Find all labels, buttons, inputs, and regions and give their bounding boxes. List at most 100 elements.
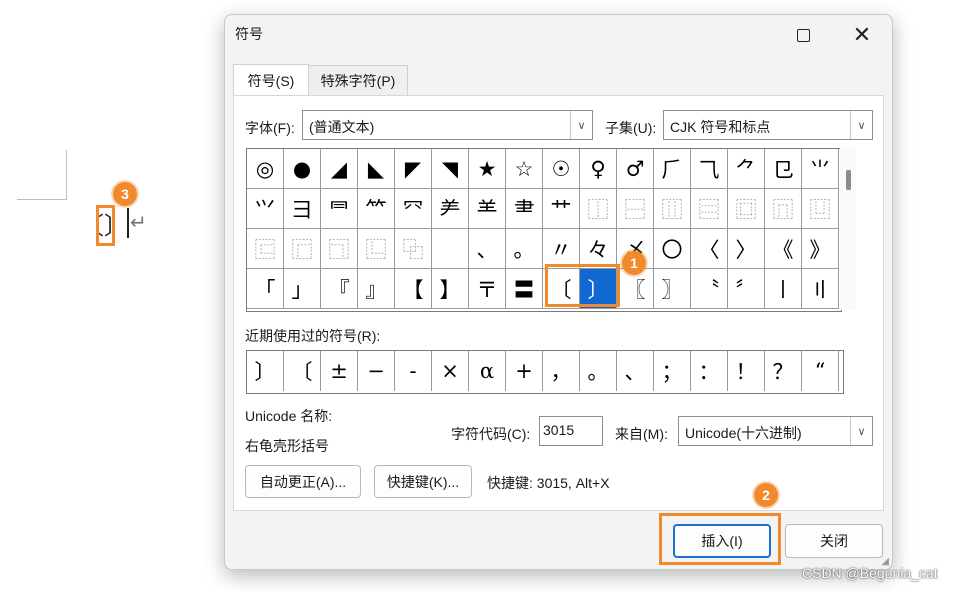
symbol-cell[interactable]: ⺁: [654, 149, 691, 189]
symbol-cell[interactable]: 『: [321, 269, 358, 309]
symbol-cell[interactable]: 〉: [728, 229, 765, 269]
symbol-cell[interactable]: ⺶: [432, 189, 469, 229]
symbol-cell[interactable]: ⺾: [543, 189, 580, 229]
symbol-cell[interactable]: ⿸: [284, 229, 321, 269]
dialog-titlebar[interactable]: 符号 ✕: [225, 15, 892, 53]
close-icon: ✕: [852, 22, 872, 47]
recent-symbol-cell[interactable]: ？: [765, 351, 802, 391]
symbol-cell[interactable]: ◤: [395, 149, 432, 189]
symbol-cell[interactable]: ⿰: [580, 189, 617, 229]
symbol-cell[interactable]: ⿴: [728, 189, 765, 229]
chevron-down-icon: ∨: [850, 111, 872, 139]
recent-symbol-cell[interactable]: ！: [728, 351, 765, 391]
symbol-cell[interactable]: ⿹: [321, 229, 358, 269]
tab-special-characters[interactable]: 特殊字符(P): [308, 65, 408, 95]
from-select[interactable]: Unicode(十六进制) ∨: [678, 416, 873, 446]
symbol-cell[interactable]: 」: [284, 269, 321, 309]
symbol-cell[interactable]: ⺷: [469, 189, 506, 229]
symbol-cell[interactable]: ★: [469, 149, 506, 189]
symbol-cell[interactable]: 。: [506, 229, 543, 269]
symbol-cell[interactable]: ◣: [358, 149, 395, 189]
symbol-cell[interactable]: ◥: [432, 149, 469, 189]
symbol-cell[interactable]: 】: [432, 269, 469, 309]
symbol-cell[interactable]: 、: [469, 229, 506, 269]
symbol-cell[interactable]: 《: [765, 229, 802, 269]
recent-symbol-cell[interactable]: -: [395, 351, 432, 391]
recent-symbol-cell[interactable]: 。: [580, 351, 617, 391]
symbol-cell[interactable]: ⿲: [654, 189, 691, 229]
symbol-cell[interactable]: 〈: [691, 229, 728, 269]
symbol-cell[interactable]: 【: [395, 269, 432, 309]
symbol-cell[interactable]: ♀: [580, 149, 617, 189]
symbol-cell[interactable]: ⺜: [321, 189, 358, 229]
symbol-cell[interactable]: 々: [580, 229, 617, 269]
tab-symbols[interactable]: 符号(S): [233, 64, 309, 96]
symbol-cell[interactable]: ⺄: [691, 149, 728, 189]
recent-symbol-cell[interactable]: +: [506, 351, 543, 391]
subset-select[interactable]: CJK 符号和标点 ∨: [663, 110, 873, 140]
close-button[interactable]: 关闭: [785, 524, 883, 558]
watermark: CSDN @Begonia_cat: [802, 565, 938, 581]
close-window-button[interactable]: ✕: [839, 20, 885, 50]
step-badge-2: 2: [754, 483, 778, 507]
scrollbar-thumb[interactable]: [846, 170, 851, 190]
symbol-cell[interactable]: 〢: [802, 269, 839, 309]
recent-symbol-cell[interactable]: 〕: [247, 351, 284, 391]
symbol-cell[interactable]: ⿵: [765, 189, 802, 229]
shortcut-key-button[interactable]: 快捷键(K)...: [374, 465, 472, 498]
recent-symbol-cell[interactable]: 、: [617, 351, 654, 391]
symbol-cell[interactable]: ⺮: [358, 189, 395, 229]
symbol-cell[interactable]: ◎: [247, 149, 284, 189]
recent-symbol-cell[interactable]: α: [469, 351, 506, 391]
symbol-cell[interactable]: 》: [802, 229, 839, 269]
symbol-cell[interactable]: 〝: [691, 269, 728, 309]
symbol-cell[interactable]: ●: [284, 149, 321, 189]
symbol-cell[interactable]: ⿶: [802, 189, 839, 229]
symbol-cell[interactable]: ⿻: [395, 229, 432, 269]
symbol-cell[interactable]: ⺕: [284, 189, 321, 229]
recent-symbol-cell[interactable]: −: [358, 351, 395, 391]
symbol-cell[interactable]: 〒: [469, 269, 506, 309]
symbol-cell[interactable]: ⺍: [247, 189, 284, 229]
symbol-cell[interactable]: 〃: [543, 229, 580, 269]
symbol-cell[interactable]: ⺳: [395, 189, 432, 229]
recent-symbol-cell[interactable]: 〔: [284, 351, 321, 391]
symbol-grid-scrollbar[interactable]: [840, 148, 856, 310]
maximize-button[interactable]: [780, 20, 826, 50]
symbol-cell[interactable]: ⿷: [247, 229, 284, 269]
symbol-cell[interactable]: ⿺: [358, 229, 395, 269]
recent-symbols-grid[interactable]: 〕〔 ± − - × α +，。、；：！？ “: [246, 350, 844, 394]
symbol-cell[interactable]: [432, 229, 469, 269]
symbol-cell[interactable]: ⿱: [617, 189, 654, 229]
char-code-input[interactable]: 3015: [539, 416, 603, 446]
symbol-cell[interactable]: ⺋: [765, 149, 802, 189]
char-code-value: 3015: [543, 422, 575, 438]
symbol-cell[interactable]: ☆: [506, 149, 543, 189]
text-cursor: [127, 208, 129, 238]
symbol-cell[interactable]: ◢: [321, 149, 358, 189]
symbol-cell[interactable]: 〗: [654, 269, 691, 309]
recent-symbol-cell[interactable]: ±: [321, 351, 358, 391]
symbol-cell[interactable]: 〞: [728, 269, 765, 309]
symbol-cell[interactable]: 〖: [617, 269, 654, 309]
recent-symbol-cell[interactable]: “: [802, 351, 839, 391]
recent-symbol-cell[interactable]: ；: [654, 351, 691, 391]
symbol-cell[interactable]: 「: [247, 269, 284, 309]
symbol-cell[interactable]: ☉: [543, 149, 580, 189]
symbol-cell[interactable]: ⺈: [728, 149, 765, 189]
symbol-cell[interactable]: 』: [358, 269, 395, 309]
symbol-cell[interactable]: ⺻: [506, 189, 543, 229]
symbol-cell[interactable]: 〓: [506, 269, 543, 309]
symbol-cell[interactable]: ⺌: [802, 149, 839, 189]
symbol-cell[interactable]: ♂: [617, 149, 654, 189]
from-select-value: Unicode(十六进制): [685, 425, 802, 441]
symbol-cell[interactable]: 〇: [654, 229, 691, 269]
autocorrect-button[interactable]: 自动更正(A)...: [245, 465, 361, 498]
symbol-grid[interactable]: ◎ ● ◢ ◣ ◤ ◥ ★ ☆ ☉ ♀ ♂ ⺁⺄⺈⺋⺌⺍⺕⺜⺮⺳⺶⺷⺻⺾⿰⿱⿲⿳⿴⿵⿶⿷⿸⿹⿺⿻、。〃…: [246, 148, 842, 312]
symbol-cell[interactable]: 〡: [765, 269, 802, 309]
font-select[interactable]: (普通文本) ∨: [302, 110, 593, 140]
recent-symbol-cell[interactable]: ×: [432, 351, 469, 391]
recent-symbol-cell[interactable]: ：: [691, 351, 728, 391]
symbol-cell[interactable]: ⿳: [691, 189, 728, 229]
recent-symbol-cell[interactable]: ，: [543, 351, 580, 391]
